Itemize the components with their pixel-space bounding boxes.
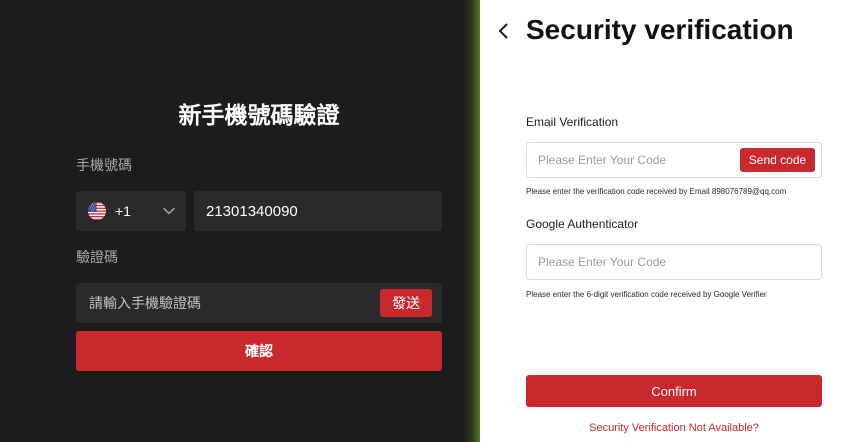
phone-verification-panel: 新手機號碼驗證 手機號碼 +1 21301340090 驗證碼 請輸入手機驗證碼…: [0, 0, 480, 442]
confirm-button[interactable]: 確認: [76, 331, 442, 371]
email-code-input[interactable]: [527, 143, 732, 177]
verification-unavailable-link[interactable]: Security Verification Not Available?: [526, 421, 822, 435]
country-code-value: +1: [115, 203, 131, 219]
google-code-field: [526, 244, 822, 280]
email-send-code-button[interactable]: Send code: [740, 148, 815, 172]
phone-verification-title: 新手機號碼驗證: [178, 102, 340, 128]
email-help-text: Please enter the verification code recei…: [526, 187, 787, 196]
security-verification-panel: Security verification Email Verification…: [480, 0, 868, 442]
email-verification-label: Email Verification: [526, 115, 619, 129]
google-help-text: Please enter the 6-digit verification co…: [526, 290, 767, 299]
verification-code-field: 發送: [76, 283, 442, 323]
verification-code-label: 驗證碼: [76, 249, 118, 265]
email-code-field: Send code: [526, 142, 822, 178]
google-code-input[interactable]: [527, 245, 821, 279]
phone-number-label: 手機號碼: [76, 157, 132, 173]
us-flag-icon: [88, 202, 106, 220]
verification-code-input[interactable]: [76, 283, 372, 323]
send-code-button[interactable]: 發送: [380, 289, 432, 317]
google-authenticator-label: Google Authenticator: [526, 217, 639, 231]
security-confirm-button[interactable]: Confirm: [526, 375, 822, 407]
page: 新手機號碼驗證 手機號碼 +1 21301340090 驗證碼 請輸入手機驗證碼…: [0, 0, 868, 442]
page-title: Security verification: [526, 14, 794, 45]
panel-edge-glow: [462, 0, 480, 442]
back-button[interactable]: [494, 19, 512, 43]
chevron-down-icon: [163, 207, 175, 215]
country-code-select[interactable]: +1: [76, 191, 186, 231]
phone-number-input[interactable]: [194, 191, 442, 231]
chevron-left-icon: [498, 23, 508, 39]
